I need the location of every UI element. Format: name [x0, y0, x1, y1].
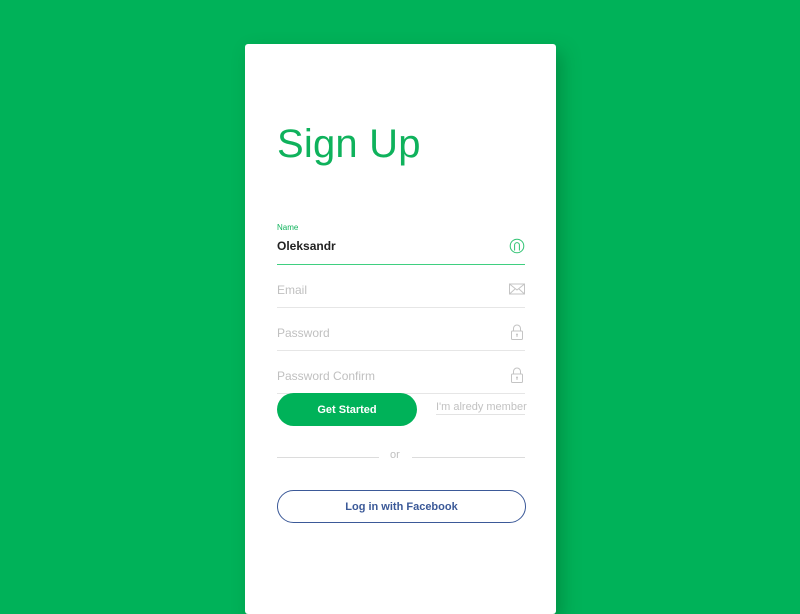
page-title: Sign Up: [277, 122, 421, 166]
name-label: Name: [277, 223, 299, 232]
password-confirm-input[interactable]: [277, 369, 497, 383]
divider-left: [277, 457, 379, 458]
user-icon: [509, 238, 525, 254]
facebook-login-button[interactable]: Log in with Facebook: [277, 490, 526, 523]
password-confirm-field[interactable]: [277, 361, 525, 394]
get-started-button[interactable]: Get Started: [277, 393, 417, 426]
password-field[interactable]: [277, 318, 525, 351]
name-input[interactable]: [277, 239, 497, 253]
password-input[interactable]: [277, 326, 497, 340]
mail-icon: [509, 283, 525, 295]
already-member-link[interactable]: I'm alredy member: [436, 401, 527, 415]
name-field[interactable]: Name: [277, 223, 525, 265]
lock-icon: [511, 324, 523, 340]
email-field[interactable]: [277, 275, 525, 308]
divider-right: [412, 457, 525, 458]
lock-icon: [511, 367, 523, 383]
or-separator: or: [390, 449, 400, 461]
signup-card: Sign Up Name Get Star: [245, 44, 556, 614]
email-input[interactable]: [277, 283, 497, 297]
